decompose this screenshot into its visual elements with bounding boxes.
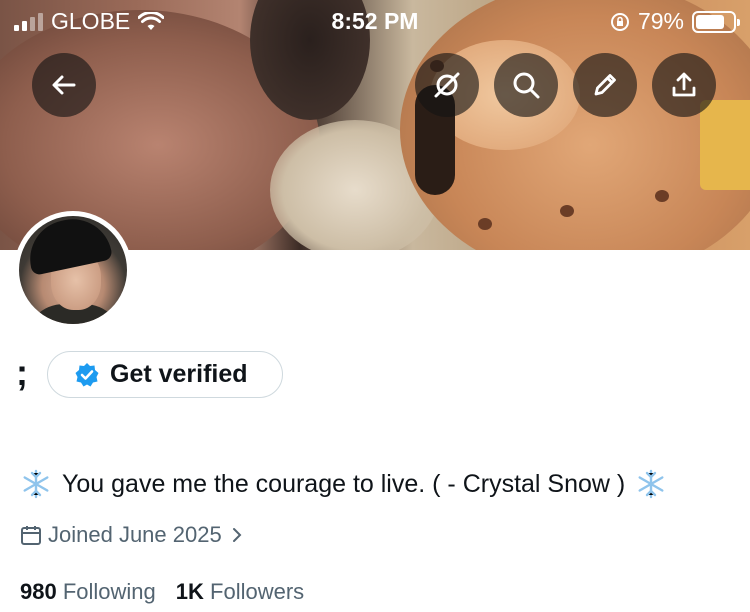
followers-label: Followers bbox=[210, 579, 305, 604]
display-name: ; bbox=[16, 352, 28, 393]
grok-icon bbox=[434, 72, 460, 98]
joined-date[interactable]: Joined June 2025 bbox=[20, 522, 246, 548]
grok-button[interactable] bbox=[415, 53, 479, 117]
following-label: Following bbox=[62, 579, 156, 604]
get-verified-label: Get verified bbox=[110, 360, 248, 388]
avatar-photo bbox=[19, 216, 127, 324]
verified-badge-icon bbox=[75, 362, 99, 386]
followers-link[interactable]: 1K Followers bbox=[176, 579, 304, 605]
share-upload-icon bbox=[672, 72, 696, 97]
bio-text: You gave me the courage to live. ( - Cry… bbox=[62, 469, 626, 498]
follow-counts: 980 Following 1K Followers bbox=[20, 579, 304, 605]
search-icon bbox=[513, 72, 540, 99]
snowflake-icon bbox=[635, 468, 667, 500]
following-link[interactable]: 980 Following bbox=[20, 579, 156, 605]
back-arrow-icon bbox=[52, 75, 76, 95]
edit-pencil-icon bbox=[594, 74, 616, 96]
profile-bio: You gave me the courage to live. ( - Cry… bbox=[20, 468, 667, 500]
orientation-lock-icon bbox=[610, 12, 629, 31]
calendar-icon bbox=[21, 526, 41, 545]
search-button[interactable] bbox=[494, 53, 558, 117]
battery-percent: 79% bbox=[637, 8, 684, 34]
back-button[interactable] bbox=[32, 53, 96, 117]
avatar[interactable] bbox=[14, 211, 132, 329]
get-verified-button[interactable]: Get verified bbox=[47, 351, 283, 398]
snowflake-icon bbox=[20, 468, 52, 500]
following-count: 980 bbox=[20, 579, 57, 604]
joined-label: Joined June 2025 bbox=[48, 522, 222, 547]
chevron-right-icon bbox=[232, 528, 242, 542]
followers-count: 1K bbox=[175, 579, 204, 604]
share-button[interactable] bbox=[652, 53, 716, 117]
edit-button[interactable] bbox=[573, 53, 637, 117]
status-right: 79% bbox=[610, 8, 740, 35]
battery-icon bbox=[692, 10, 740, 33]
status-bar: GLOBE 8:52 PM 79% bbox=[0, 0, 750, 40]
